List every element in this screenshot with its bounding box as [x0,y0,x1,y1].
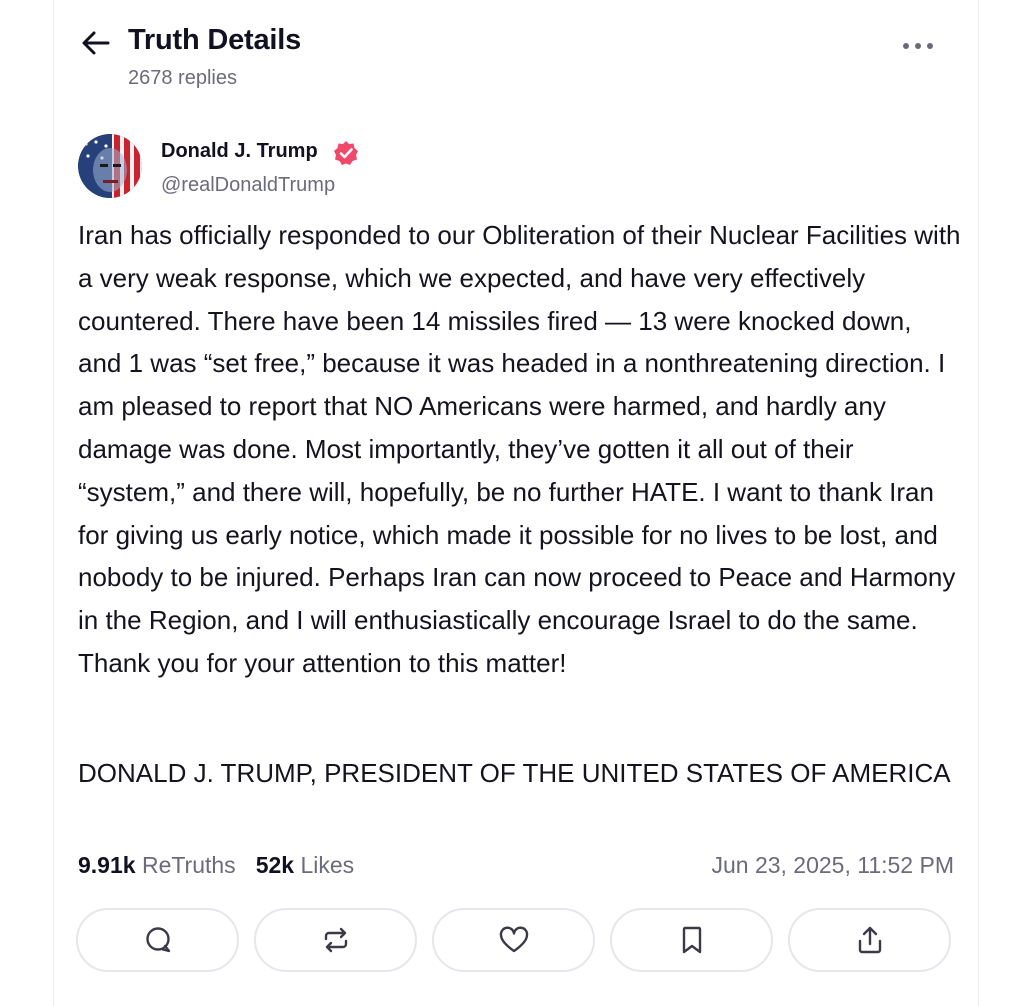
author-handle[interactable]: @realDonaldTrump [161,174,335,197]
bookmark-button[interactable] [610,908,773,972]
retruths-label: ReTruths [141,852,236,878]
back-button[interactable] [80,28,112,58]
reply-button[interactable] [76,908,239,972]
more-options-button[interactable] [898,32,938,60]
likes-label: Likes [300,852,355,878]
heart-icon [499,926,528,953]
action-bar [76,908,951,972]
post-timestamp: Jun 23, 2025, 11:52 PM [711,852,954,878]
post-stats: 9.91k ReTruths 52k Likes [78,852,354,879]
more-horizontal-icon [903,43,933,49]
bookmark-icon [682,926,701,954]
author-name[interactable]: Donald J. Trump [161,140,318,163]
retruths-count: 9.91k [78,852,136,878]
retruth-button[interactable] [254,908,417,972]
share-icon [858,926,881,954]
verified-badge-icon [333,140,359,166]
page-title: Truth Details [128,24,302,56]
replies-count: 2678 replies [128,67,237,89]
avatar-image [78,134,142,198]
likes-count: 52k [255,852,295,878]
post-body-text: Iran has officially responded to our Obl… [78,220,961,678]
avatar[interactable] [78,134,142,198]
arrow-left-icon [82,31,110,55]
share-button[interactable] [788,908,951,972]
like-button[interactable] [432,908,595,972]
comment-icon [145,927,170,953]
post-signature: DONALD J. TRUMP, PRESIDENT OF THE UNITED… [78,758,951,788]
repost-icon [324,927,347,953]
likes-stat[interactable]: 52k Likes [256,852,354,879]
retruths-stat[interactable]: 9.91k ReTruths [78,852,236,879]
